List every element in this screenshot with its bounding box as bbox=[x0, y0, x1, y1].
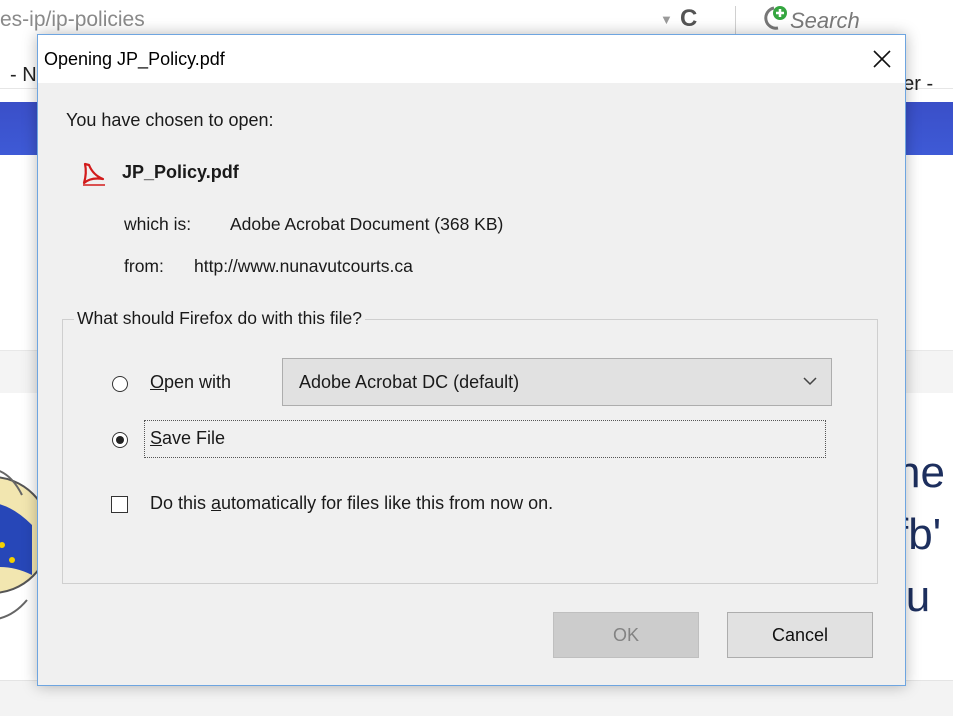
file-name: JP_Policy.pdf bbox=[122, 162, 239, 182]
auto-action-checkbox[interactable] bbox=[111, 496, 128, 513]
bookmark-item[interactable]: - N bbox=[10, 64, 37, 87]
save-file-label-rest: ave File bbox=[162, 428, 226, 448]
save-file-radio[interactable] bbox=[112, 432, 128, 448]
file-source-value: http://www.nunavutcourts.ca bbox=[194, 256, 413, 276]
open-with-radio[interactable] bbox=[112, 376, 128, 392]
chosen-label: You have chosen to open: bbox=[66, 110, 274, 130]
file-type-value: Adobe Acrobat Document (368 KB) bbox=[230, 214, 504, 234]
dialog-title: Opening JP_Policy.pdf bbox=[44, 49, 225, 69]
application-select-value: Adobe Acrobat DC (default) bbox=[299, 372, 520, 392]
pdf-icon bbox=[82, 162, 105, 186]
open-with-accel: O bbox=[150, 372, 165, 392]
download-dialog: Opening JP_Policy.pdf You have chosen to… bbox=[37, 34, 906, 686]
dialog-titlebar[interactable]: Opening JP_Policy.pdf bbox=[38, 35, 905, 83]
auto-action-label[interactable]: Do this automatically for files like thi… bbox=[150, 493, 553, 514]
file-source-label: from: bbox=[124, 256, 164, 276]
file-type-label: which is: bbox=[124, 214, 192, 234]
url-bar-text[interactable]: es-ip/ip-policies bbox=[0, 8, 145, 32]
action-group-legend: What should Firefox do with this file? bbox=[74, 308, 365, 329]
search-input[interactable]: Search bbox=[790, 8, 860, 34]
toolbar-separator bbox=[735, 6, 736, 34]
application-select[interactable]: Adobe Acrobat DC (default) bbox=[282, 358, 832, 406]
close-button[interactable] bbox=[859, 35, 905, 83]
url-dropdown-icon[interactable]: ▼ bbox=[660, 12, 673, 27]
auto-action-label-pre: Do this bbox=[150, 493, 212, 513]
search-engine-icon[interactable] bbox=[760, 4, 790, 34]
open-with-label[interactable]: Open with bbox=[150, 372, 231, 393]
close-icon bbox=[873, 50, 891, 68]
ok-button[interactable]: OK bbox=[553, 612, 699, 658]
auto-action-label-rest: utomatically for files like this from no… bbox=[221, 493, 554, 513]
save-file-accel: S bbox=[150, 428, 163, 448]
auto-action-accel: a bbox=[211, 493, 222, 513]
reload-icon[interactable]: C bbox=[680, 5, 697, 33]
browser-toolbar: es-ip/ip-policies ▼ C Search bbox=[0, 0, 953, 38]
chevron-down-icon bbox=[803, 377, 817, 386]
save-file-focus-ring bbox=[144, 420, 826, 458]
cancel-button[interactable]: Cancel bbox=[727, 612, 873, 658]
open-with-label-rest: pen with bbox=[164, 372, 232, 392]
save-file-label[interactable]: Save File bbox=[150, 428, 225, 449]
